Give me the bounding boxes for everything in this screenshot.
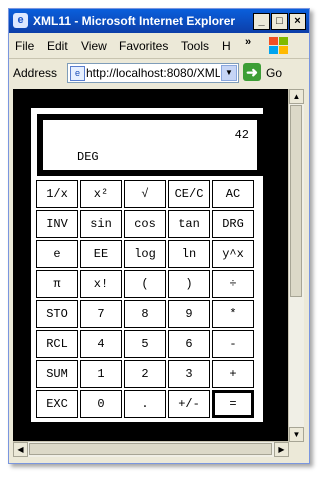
menu-bar: File Edit View Favorites Tools H » — [9, 34, 309, 59]
calc-key[interactable]: STO — [36, 300, 78, 328]
ie-icon: e — [13, 13, 28, 28]
go-button[interactable]: Go — [266, 66, 282, 80]
calc-key[interactable]: * — [212, 300, 254, 328]
calc-key[interactable]: 0 — [80, 390, 122, 418]
calc-key[interactable]: 9 — [168, 300, 210, 328]
calc-key[interactable]: EE — [80, 240, 122, 268]
scroll-right-icon[interactable]: ▶ — [274, 442, 289, 457]
calc-key[interactable]: 3 — [168, 360, 210, 388]
calculator-keypad: 1/x x² √ CE/C AC INV sin cos tan DRG e EE log ln y^x π x… — [36, 180, 254, 418]
calc-key[interactable]: π — [36, 270, 78, 298]
calc-key[interactable]: log — [124, 240, 166, 268]
calc-key[interactable]: 2 — [124, 360, 166, 388]
minimize-button[interactable]: _ — [253, 13, 270, 30]
calc-key[interactable]: +/- — [168, 390, 210, 418]
calc-key[interactable]: x² — [80, 180, 122, 208]
calc-key[interactable]: RCL — [36, 330, 78, 358]
address-label: Address — [13, 66, 58, 80]
address-input[interactable] — [86, 65, 220, 80]
horizontal-scroll-thumb[interactable] — [29, 443, 272, 455]
calc-key[interactable]: - — [212, 330, 254, 358]
calc-key[interactable]: AC — [212, 180, 254, 208]
content-viewport: 42 DEG 1/x x² √ CE/C AC INV sin cos tan DRG e EE log… — [13, 89, 304, 457]
calc-key[interactable]: ( — [124, 270, 166, 298]
calc-key[interactable]: = — [212, 390, 254, 418]
menu-tools[interactable]: Tools — [181, 39, 209, 53]
windows-logo-icon — [267, 35, 289, 55]
calc-key[interactable]: √ — [124, 180, 166, 208]
scroll-down-icon[interactable]: ▼ — [289, 427, 304, 442]
calc-key[interactable]: 7 — [80, 300, 122, 328]
menu-help[interactable]: H — [222, 39, 231, 53]
calc-key[interactable]: . — [124, 390, 166, 418]
calc-key[interactable]: 4 — [80, 330, 122, 358]
address-field[interactable]: e ▼ — [67, 63, 239, 83]
vertical-scrollbar[interactable]: ▲ ▼ — [288, 89, 304, 442]
calc-key[interactable]: sin — [80, 210, 122, 238]
calc-key[interactable]: 5 — [124, 330, 166, 358]
calc-key[interactable]: tan — [168, 210, 210, 238]
calc-key[interactable]: INV — [36, 210, 78, 238]
scroll-up-icon[interactable]: ▲ — [289, 89, 304, 104]
horizontal-scrollbar[interactable]: ◀ ▶ — [13, 441, 289, 457]
calc-key[interactable]: 1 — [80, 360, 122, 388]
calc-key[interactable]: EXC — [36, 390, 78, 418]
window-title: XML11 - Microsoft Internet Explorer — [33, 14, 236, 28]
calc-key[interactable]: ÷ — [212, 270, 254, 298]
calc-key[interactable]: cos — [124, 210, 166, 238]
address-bar: Address e ▼ ➜ Go — [9, 59, 309, 87]
calc-key[interactable]: 8 — [124, 300, 166, 328]
menu-more-chevron-icon[interactable]: » — [245, 36, 251, 48]
scroll-corner — [289, 442, 304, 457]
menu-favorites[interactable]: Favorites — [119, 39, 168, 53]
menu-view[interactable]: View — [81, 39, 107, 53]
close-button[interactable]: × — [289, 13, 306, 30]
scroll-left-icon[interactable]: ◀ — [13, 442, 28, 457]
calc-key[interactable]: 1/x — [36, 180, 78, 208]
display-value: 42 — [234, 128, 249, 142]
calc-key[interactable]: CE/C — [168, 180, 210, 208]
calc-key[interactable]: ) — [168, 270, 210, 298]
calc-key[interactable]: x! — [80, 270, 122, 298]
calc-key[interactable]: 6 — [168, 330, 210, 358]
page-icon: e — [70, 66, 85, 81]
menu-edit[interactable]: Edit — [47, 39, 68, 53]
maximize-button[interactable]: □ — [271, 13, 288, 30]
vertical-scroll-thumb[interactable] — [290, 105, 302, 297]
calc-key[interactable]: SUM — [36, 360, 78, 388]
address-dropdown-icon[interactable]: ▼ — [221, 65, 237, 81]
browser-window: e XML11 - Microsoft Internet Explorer _ … — [8, 8, 310, 464]
calc-key[interactable]: DRG — [212, 210, 254, 238]
calc-key[interactable]: ln — [168, 240, 210, 268]
title-bar: e XML11 - Microsoft Internet Explorer _ … — [9, 9, 309, 33]
menu-file[interactable]: File — [15, 39, 34, 53]
calc-key[interactable]: y^x — [212, 240, 254, 268]
go-arrow-icon[interactable]: ➜ — [243, 63, 261, 81]
calc-key[interactable]: e — [36, 240, 78, 268]
calculator-display: 42 DEG — [37, 114, 263, 176]
calc-key[interactable]: + — [212, 360, 254, 388]
calculator: 42 DEG 1/x x² √ CE/C AC INV sin cos tan DRG e EE log… — [31, 108, 263, 422]
angle-mode-indicator: DEG — [77, 150, 99, 164]
